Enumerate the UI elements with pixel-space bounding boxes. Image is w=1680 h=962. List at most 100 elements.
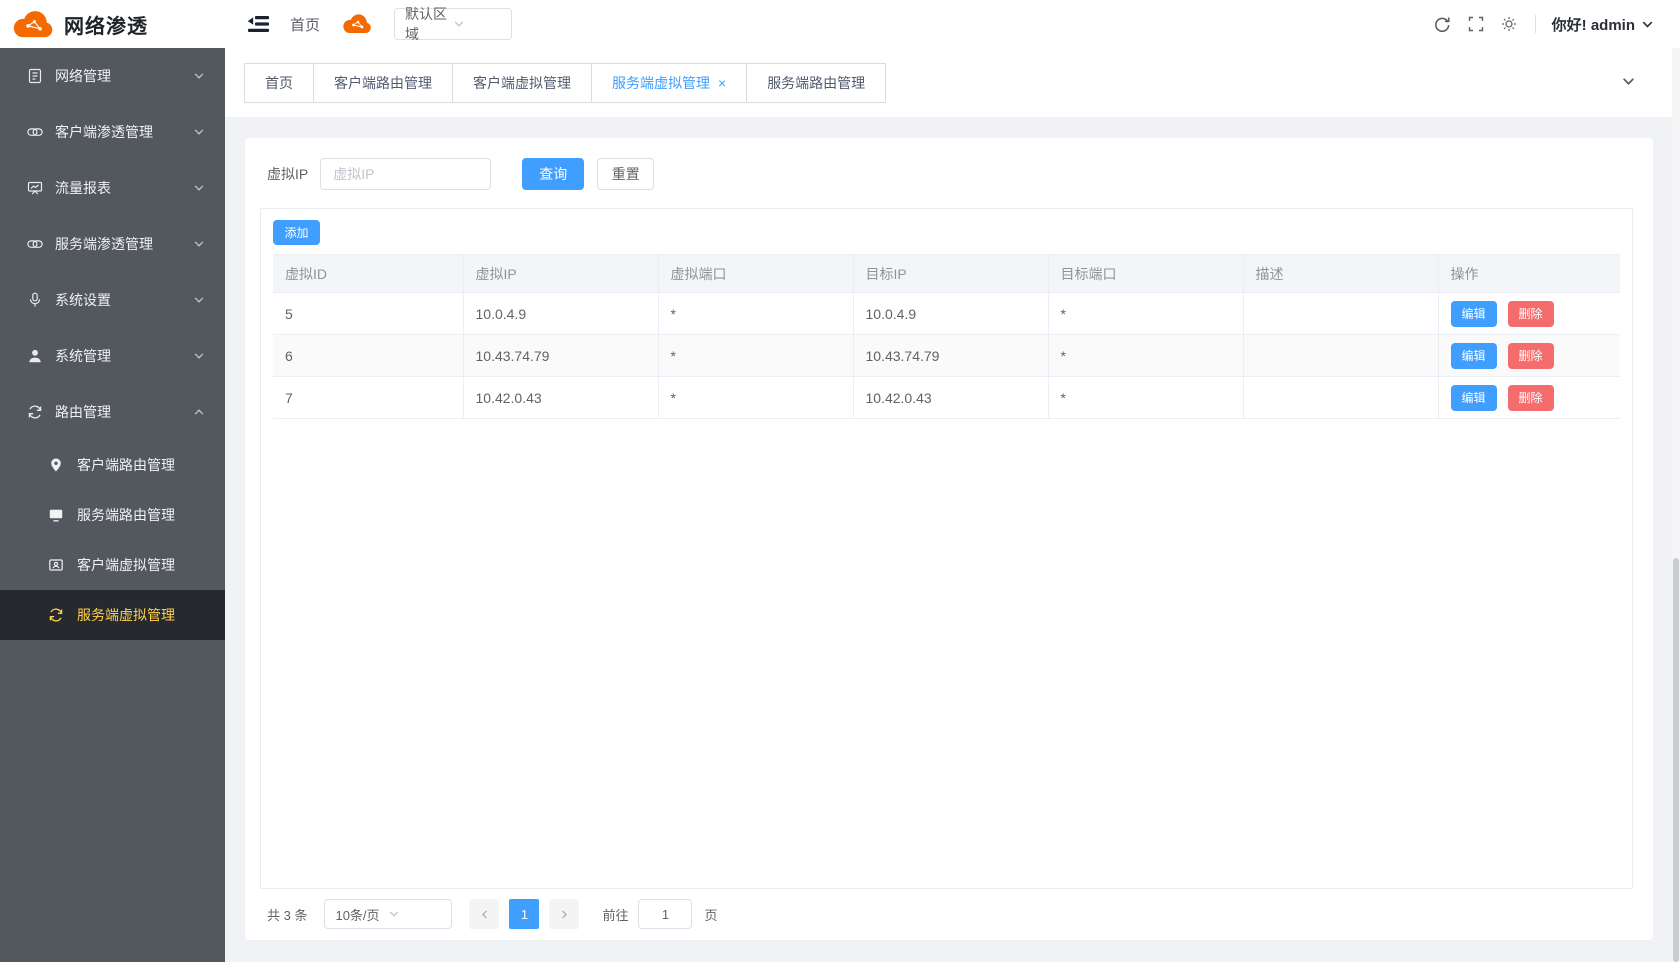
tab-label: 客户端路由管理: [334, 75, 432, 91]
sidebar-subitem-client-route-mgmt[interactable]: 客户端路由管理: [0, 440, 225, 490]
sidebar-subitem-label: 客户端虚拟管理: [77, 555, 175, 575]
divider: [1535, 15, 1536, 33]
brand-cloud-icon: [12, 11, 54, 38]
col-virtual-port: 虚拟端口: [658, 255, 853, 293]
table-header-row: 虚拟ID 虚拟IP 虚拟端口 目标IP 目标端口 描述 操作: [273, 255, 1620, 293]
chevron-down-icon: [388, 908, 441, 920]
search-field-label: 虚拟IP: [267, 164, 308, 184]
region-select-value: 默认区域: [405, 4, 453, 44]
chevron-down-icon: [193, 70, 205, 82]
page-size-select[interactable]: 10条/页: [324, 899, 452, 929]
nav-right: 你好! admin: [1416, 14, 1680, 35]
cell-target-port: *: [1048, 377, 1243, 419]
top-header: 网络渗透 首页 默认区域: [0, 0, 1680, 48]
page-scrollbar[interactable]: [1672, 0, 1680, 962]
sidebar-item-network-mgmt[interactable]: 网络管理: [0, 48, 225, 104]
tab-client-route-mgmt[interactable]: 客户端路由管理: [313, 63, 453, 103]
delete-button[interactable]: 删除: [1508, 343, 1554, 369]
sidebar-subitem-server-route-mgmt[interactable]: 服务端路由管理: [0, 490, 225, 540]
user-greeting: 你好! admin: [1552, 14, 1635, 35]
col-virtual-ip: 虚拟IP: [463, 255, 658, 293]
chevron-down-icon: [193, 350, 205, 362]
sidebar-item-system-settings[interactable]: 系统设置: [0, 272, 225, 328]
edit-button[interactable]: 编辑: [1451, 343, 1497, 369]
chevron-down-icon: [453, 18, 501, 30]
prev-page-button[interactable]: [469, 899, 499, 929]
link-icon: [27, 124, 43, 140]
table-row: 6 10.43.74.79 * 10.43.74.79 * 编辑删除: [273, 335, 1620, 377]
nav-left: 首页 默认区域: [225, 8, 512, 40]
sidebar-subitem-label: 客户端路由管理: [77, 455, 175, 475]
sidebar-subitem-label: 服务端虚拟管理: [77, 605, 175, 625]
user-dropdown[interactable]: 你好! admin: [1552, 14, 1654, 35]
cell-virtual-ip: 10.0.4.9: [463, 293, 658, 335]
virtual-ip-table: 虚拟ID 虚拟IP 虚拟端口 目标IP 目标端口 描述 操作 5: [273, 254, 1620, 419]
monitor-icon: [48, 507, 64, 523]
refresh-icon[interactable]: [1433, 15, 1451, 33]
tab-label: 首页: [265, 75, 293, 91]
sidebar-subitem-client-virtual-mgmt[interactable]: 客户端虚拟管理: [0, 540, 225, 590]
sidebar-item-system-mgmt[interactable]: 系统管理: [0, 328, 225, 384]
pagination: 共 3 条 10条/页 1 前往: [260, 899, 1633, 929]
user-icon: [27, 348, 43, 364]
tab-home[interactable]: 首页: [244, 63, 314, 103]
cell-description: [1243, 335, 1438, 377]
edit-button[interactable]: 编辑: [1451, 385, 1497, 411]
sidebar-item-route-mgmt[interactable]: 路由管理: [0, 384, 225, 440]
sidebar-item-label: 客户端渗透管理: [55, 122, 153, 142]
sidebar-item-server-pentest-mgmt[interactable]: 服务端渗透管理: [0, 216, 225, 272]
sidebar-item-label: 系统设置: [55, 290, 111, 310]
page-content: 虚拟IP 查询 重置 添加 虚拟ID: [225, 117, 1680, 940]
cell-virtual-port: *: [658, 335, 853, 377]
brand[interactable]: 网络渗透: [0, 10, 225, 39]
tab-server-route-mgmt[interactable]: 服务端路由管理: [746, 63, 886, 103]
sun-icon[interactable]: [1501, 16, 1517, 32]
tab-bar: 首页 客户端路由管理 客户端虚拟管理 服务端虚拟管理× 服务端路由管理: [225, 48, 1680, 117]
scrollbar-thumb[interactable]: [1673, 558, 1679, 962]
col-target-port: 目标端口: [1048, 255, 1243, 293]
sidebar-item-traffic-report[interactable]: 流量报表: [0, 160, 225, 216]
virtual-ip-input[interactable]: [320, 158, 491, 190]
reset-button[interactable]: 重置: [597, 158, 654, 190]
chevron-down-icon: [193, 238, 205, 250]
delete-button[interactable]: 删除: [1508, 385, 1554, 411]
sidebar-item-label: 服务端渗透管理: [55, 234, 153, 254]
close-tab-icon[interactable]: ×: [718, 75, 726, 91]
sidebar-item-client-pentest-mgmt[interactable]: 客户端渗透管理: [0, 104, 225, 160]
page-number-current[interactable]: 1: [509, 899, 539, 929]
add-button[interactable]: 添加: [273, 220, 320, 245]
sidebar-subitem-server-virtual-mgmt[interactable]: 服务端虚拟管理: [0, 590, 225, 640]
sidebar-subitem-label: 服务端路由管理: [77, 505, 175, 525]
cell-virtual-port: *: [658, 377, 853, 419]
next-page-button[interactable]: [549, 899, 579, 929]
sync-icon: [48, 607, 64, 623]
tab-overflow-chevron-down-icon[interactable]: [1621, 74, 1636, 89]
app-root: 网络渗透 首页 默认区域: [0, 0, 1680, 962]
chevron-up-icon: [193, 406, 205, 418]
cell-virtual-id: 7: [273, 377, 463, 419]
region-select[interactable]: 默认区域: [394, 8, 512, 40]
location-pin-icon: [48, 457, 64, 473]
query-button[interactable]: 查询: [522, 158, 584, 190]
cell-target-ip: 10.43.74.79: [853, 335, 1048, 377]
sidebar-item-label: 系统管理: [55, 346, 111, 366]
cell-actions: 编辑删除: [1438, 335, 1620, 377]
link-icon: [27, 236, 43, 252]
edit-button[interactable]: 编辑: [1451, 301, 1497, 327]
delete-button[interactable]: 删除: [1508, 301, 1554, 327]
breadcrumb-home[interactable]: 首页: [290, 14, 320, 35]
id-card-icon: [48, 557, 64, 573]
goto-page-input[interactable]: [638, 899, 692, 929]
tab-client-virtual-mgmt[interactable]: 客户端虚拟管理: [452, 63, 592, 103]
chevron-down-icon: [193, 294, 205, 306]
tab-server-virtual-mgmt[interactable]: 服务端虚拟管理×: [591, 63, 747, 103]
cell-target-port: *: [1048, 293, 1243, 335]
chevron-down-icon: [1641, 18, 1654, 31]
fullscreen-icon[interactable]: [1468, 16, 1484, 32]
cell-virtual-id: 6: [273, 335, 463, 377]
menu-fold-icon[interactable]: [247, 14, 270, 34]
cell-description: [1243, 377, 1438, 419]
col-description: 描述: [1243, 255, 1438, 293]
cell-actions: 编辑删除: [1438, 293, 1620, 335]
tab-label: 客户端虚拟管理: [473, 75, 571, 91]
